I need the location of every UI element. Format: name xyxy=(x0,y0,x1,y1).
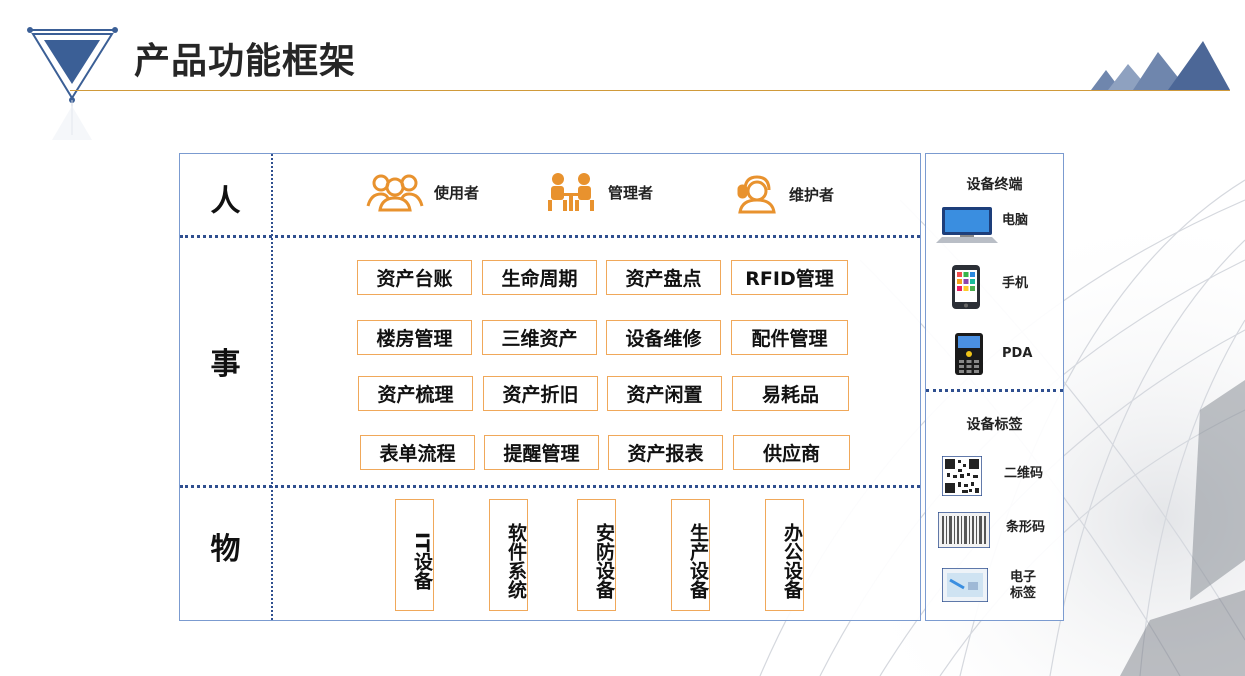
object-box: IT设备 xyxy=(395,499,434,611)
row-divider-bottom xyxy=(180,485,920,488)
tag-label: 二维码 xyxy=(1004,466,1044,481)
role-label: 维护者 xyxy=(789,185,835,204)
terminal-item-pda: PDA xyxy=(926,332,1063,382)
role-label: 使用者 xyxy=(434,183,480,202)
function-box: 易耗品 xyxy=(732,376,849,411)
users-group-icon xyxy=(366,174,424,212)
role-maintainer: 维护者 xyxy=(735,174,834,214)
function-box: 提醒管理 xyxy=(484,435,599,470)
function-box: 资产盘点 xyxy=(606,260,721,295)
object-box: 办公设备 xyxy=(765,499,804,611)
pda-icon xyxy=(955,333,983,375)
side-divider xyxy=(926,389,1063,392)
function-box: 资产闲置 xyxy=(607,376,722,411)
barcode-icon xyxy=(938,512,990,548)
row-label-things: 事 xyxy=(210,347,241,382)
support-agent-icon xyxy=(737,175,776,214)
tag-label: 条形码 xyxy=(1006,520,1046,535)
object-box: 生产设备 xyxy=(671,499,710,611)
terminal-label: 手机 xyxy=(1002,276,1029,291)
tags-heading: 设备标签 xyxy=(966,417,1023,433)
terminals-heading: 设备终端 xyxy=(966,177,1023,193)
managers-meeting-icon xyxy=(548,173,594,211)
function-box: 资产梳理 xyxy=(358,376,473,411)
title-underline xyxy=(70,90,1230,91)
page-title: 产品功能框架 xyxy=(134,41,357,82)
row-divider-top xyxy=(180,235,920,238)
title-bar: 产品功能框架 xyxy=(0,0,1245,140)
function-box: 楼房管理 xyxy=(357,320,472,355)
terminal-item-phone: 手机 xyxy=(926,264,1063,314)
framework-main-panel: 人 事 物 使用者 管理者 维护者 资产台账 生命周期 资产盘点 RFID管理 … xyxy=(179,153,921,621)
function-box: 三维资产 xyxy=(482,320,597,355)
row-label-people: 人 xyxy=(210,184,241,219)
function-box: 配件管理 xyxy=(731,320,848,355)
computer-icon xyxy=(936,207,998,243)
function-box: 生命周期 xyxy=(482,260,597,295)
column-divider xyxy=(271,154,273,620)
object-box: 安防设备 xyxy=(577,499,616,611)
terminal-label: PDA xyxy=(1002,346,1033,361)
rfid-tag-icon xyxy=(942,568,988,602)
smartphone-icon xyxy=(952,265,980,309)
object-box: 软件系统 xyxy=(489,499,528,611)
role-label: 管理者 xyxy=(608,183,654,202)
terminal-item-computer: 电脑 xyxy=(926,206,1063,256)
tag-label: 电子 标签 xyxy=(1010,570,1037,601)
mountains-icon xyxy=(1091,41,1230,90)
tag-item-barcode: 条形码 xyxy=(926,512,1063,562)
function-box: 供应商 xyxy=(733,435,850,470)
function-box: 表单流程 xyxy=(360,435,475,470)
row-label-objects: 物 xyxy=(210,532,241,567)
tag-item-rfid: 电子 标签 xyxy=(926,568,1063,618)
function-box: 资产折旧 xyxy=(483,376,598,411)
tag-item-qr: 二维码 xyxy=(926,456,1063,506)
function-box: 资产台账 xyxy=(357,260,472,295)
triangle-logo-icon xyxy=(27,27,118,140)
function-box: 设备维修 xyxy=(606,320,721,355)
device-side-panel: 设备终端 电脑 手机 PDA 设备标签 二维码 条形码 电子 标签 xyxy=(925,153,1064,621)
terminal-label: 电脑 xyxy=(1002,213,1029,228)
role-manager: 管理者 xyxy=(544,172,653,212)
qr-code-icon xyxy=(942,456,982,496)
function-box: 资产报表 xyxy=(608,435,723,470)
function-box: RFID管理 xyxy=(731,260,848,295)
role-user: 使用者 xyxy=(366,172,479,212)
